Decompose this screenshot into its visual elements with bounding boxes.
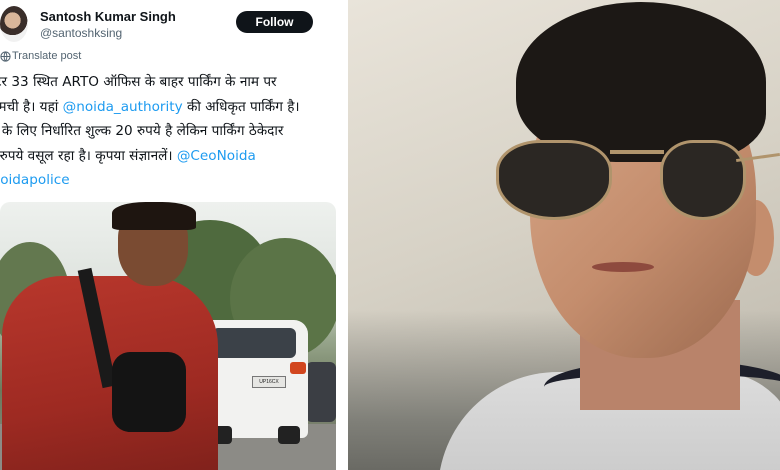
portrait-photo [348,0,780,470]
tweet-line: लूट मची है। यहां @noida_authority की अधि… [0,95,340,120]
tweet-line: कार के लिए निर्धारित शुल्क 20 रुपये है ल… [0,123,284,139]
author-handle[interactable]: @santoshksing [40,26,122,40]
mention-link[interactable]: @noida_authority [63,99,183,115]
translate-post-link[interactable]: Translate post [12,50,81,62]
author-name[interactable]: Santosh Kumar Singh [40,9,176,24]
license-plate-text: UP16CX [259,379,279,385]
tweet-line-text: की अधिकृत पार्किंग है। [182,98,300,115]
tweet-line: 50 रुपये वसूल रहा है। कृपया संज्ञानलें। … [0,144,340,169]
follow-button[interactable]: Follow [236,11,313,33]
avatar[interactable] [0,6,28,42]
sling-bag [112,352,186,432]
tweet-panel: Santosh Kumar Singh @santoshksing Follow… [0,0,340,470]
man-hair [112,202,196,230]
tweet-line-text: 50 रुपये वसूल रहा है। कृपया संज्ञानलें। [0,147,173,164]
sunglasses-lens-right [660,140,746,220]
tweet-text: सेक्टर 33 स्थित ARTO ऑफिस के बाहर पार्कि… [0,70,340,193]
tweet-photo[interactable]: UP16CX [0,202,336,470]
mention-link[interactable]: @CeoNoida [177,148,256,164]
tweet-line: सेक्टर 33 स्थित ARTO ऑफिस के बाहर पार्कि… [0,74,277,90]
tweet-line-text: लूट मची है। यहां [0,98,59,115]
car-wheel [278,426,300,444]
mouth [592,262,654,272]
car-window [212,328,296,358]
car-taillight [290,362,306,374]
dark-car [306,362,336,422]
sunglasses-lens-left [496,140,612,220]
globe-icon[interactable] [0,51,11,62]
license-plate: UP16CX [252,376,286,388]
sunglasses-bridge [610,150,664,154]
mention-link[interactable]: @noidapolice [0,172,70,188]
tweet-line: @noidapolice [0,168,340,193]
divider [340,0,348,470]
hair [516,2,766,162]
